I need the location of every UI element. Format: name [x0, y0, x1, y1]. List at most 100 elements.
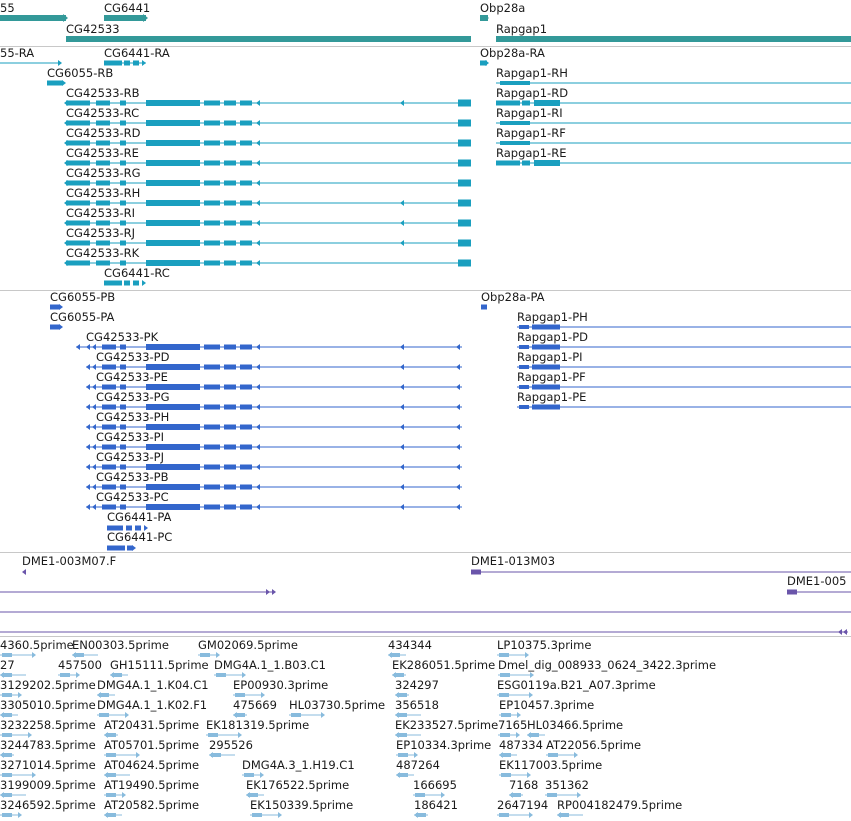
est-label[interactable]: 351362: [545, 778, 589, 792]
est-segment[interactable]: [499, 653, 509, 657]
protein-segment[interactable]: [120, 344, 126, 350]
transcript-label[interactable]: CG42533-RC: [66, 106, 139, 120]
est-segment[interactable]: [2, 773, 12, 777]
exon[interactable]: [104, 280, 122, 286]
est-label[interactable]: DMG4A.1_1.K02.F1: [97, 698, 207, 712]
protein-label[interactable]: CG42533-PH: [96, 410, 169, 424]
transcript-label[interactable]: CG6055-RB: [47, 66, 113, 80]
exon[interactable]: [240, 120, 252, 126]
est-segment[interactable]: [99, 713, 109, 717]
est-label[interactable]: 186421: [414, 798, 458, 812]
protein-arrow[interactable]: [456, 464, 460, 470]
exon[interactable]: [240, 100, 252, 106]
gene-bar[interactable]: [0, 15, 66, 21]
est-arrow[interactable]: [529, 812, 533, 818]
est-label[interactable]: 457500: [58, 658, 102, 672]
protein-segment[interactable]: [532, 404, 560, 410]
est-label[interactable]: 7168: [509, 778, 538, 792]
transcript-arrow[interactable]: [256, 180, 260, 186]
protein-segment[interactable]: [50, 324, 60, 330]
protein-segment[interactable]: [102, 444, 116, 450]
protein-segment[interactable]: [240, 364, 252, 370]
exon[interactable]: [146, 120, 200, 126]
exon[interactable]: [146, 100, 200, 106]
est-label[interactable]: 3244783.5prime: [0, 738, 96, 752]
est-label[interactable]: AT20431.5prime: [104, 718, 199, 732]
est-label[interactable]: GH15111.5prime: [110, 658, 209, 672]
exon[interactable]: [204, 200, 220, 206]
protein-segment[interactable]: [120, 384, 126, 390]
protein-segment[interactable]: [102, 424, 116, 430]
protein-label[interactable]: CG6055-PA: [50, 310, 114, 324]
gene-label[interactable]: CG6441: [104, 1, 150, 15]
protein-arrow[interactable]: [400, 484, 404, 490]
protein-segment[interactable]: [240, 344, 252, 350]
protein-label[interactable]: Rapgap1-PE: [517, 390, 586, 404]
gene-label[interactable]: 55: [0, 1, 15, 15]
est-label[interactable]: 3246592.5prime: [0, 798, 96, 812]
exon[interactable]: [146, 220, 200, 226]
exon[interactable]: [66, 240, 90, 246]
exon[interactable]: [240, 240, 252, 246]
est-label[interactable]: 487264: [396, 758, 440, 772]
protein-segment[interactable]: [224, 364, 236, 370]
protein-label[interactable]: CG6441-PA: [107, 510, 171, 524]
transcript-label[interactable]: Rapgap1-RD: [496, 86, 568, 100]
transcript-label[interactable]: Rapgap1-RE: [496, 146, 566, 160]
est-label[interactable]: EK117003.5prime: [499, 758, 602, 772]
est-label[interactable]: AT04624.5prime: [104, 758, 199, 772]
exon[interactable]: [458, 179, 471, 187]
exon[interactable]: [224, 140, 236, 146]
exon[interactable]: [240, 200, 252, 206]
gene-bar[interactable]: [104, 15, 146, 21]
est-segment[interactable]: [499, 693, 509, 697]
est-segment[interactable]: [106, 793, 116, 797]
exon[interactable]: [120, 120, 126, 126]
exon[interactable]: [224, 240, 236, 246]
protein-segment[interactable]: [204, 344, 220, 350]
protein-label[interactable]: CG42533-PC: [96, 490, 169, 504]
est-label[interactable]: EK233527.5prime: [395, 718, 498, 732]
protein-arrow[interactable]: [456, 424, 460, 430]
transcript-arrow[interactable]: [256, 220, 260, 226]
transcript-arrow[interactable]: [256, 260, 260, 266]
est-segment[interactable]: [2, 653, 12, 657]
protein-arrow[interactable]: [86, 344, 90, 350]
protein-arrow[interactable]: [92, 504, 96, 510]
est-arrow[interactable]: [321, 712, 325, 718]
exon[interactable]: [66, 220, 90, 226]
protein-arrow[interactable]: [256, 504, 260, 510]
exon[interactable]: [458, 219, 471, 227]
est-segment[interactable]: [501, 773, 511, 777]
protein-segment[interactable]: [240, 464, 252, 470]
protein-arrow[interactable]: [456, 484, 460, 490]
transcript-label[interactable]: Rapgap1-RH: [496, 66, 568, 80]
protein-segment[interactable]: [532, 364, 560, 370]
exon[interactable]: [458, 239, 471, 247]
est-segment[interactable]: [548, 753, 558, 757]
est-label[interactable]: 3305010.5prime: [0, 698, 96, 712]
protein-segment[interactable]: [120, 404, 126, 410]
protein-segment[interactable]: [204, 424, 220, 430]
exon[interactable]: [224, 260, 236, 266]
exon[interactable]: [458, 119, 471, 127]
transcript-label[interactable]: CG42533-RE: [66, 146, 139, 160]
protein-segment[interactable]: [240, 504, 252, 510]
est-segment[interactable]: [216, 673, 226, 677]
clone-arrow[interactable]: [843, 629, 847, 635]
protein-segment[interactable]: [50, 304, 60, 310]
est-arrow[interactable]: [209, 752, 213, 758]
est-segment[interactable]: [500, 673, 510, 677]
protein-segment[interactable]: [204, 484, 220, 490]
est-label[interactable]: HL03730.5prime: [289, 698, 385, 712]
exon[interactable]: [120, 140, 126, 146]
protein-segment[interactable]: [240, 444, 252, 450]
protein-segment[interactable]: [519, 405, 529, 409]
exon[interactable]: [120, 160, 126, 166]
est-label[interactable]: HL03466.5prime: [527, 718, 623, 732]
transcript-label[interactable]: CG42533-RD: [66, 126, 141, 140]
exon[interactable]: [96, 120, 110, 126]
est-label[interactable]: DMG4A.1_1.B03.C1: [214, 658, 326, 672]
est-segment[interactable]: [60, 673, 70, 677]
exon[interactable]: [124, 280, 130, 286]
